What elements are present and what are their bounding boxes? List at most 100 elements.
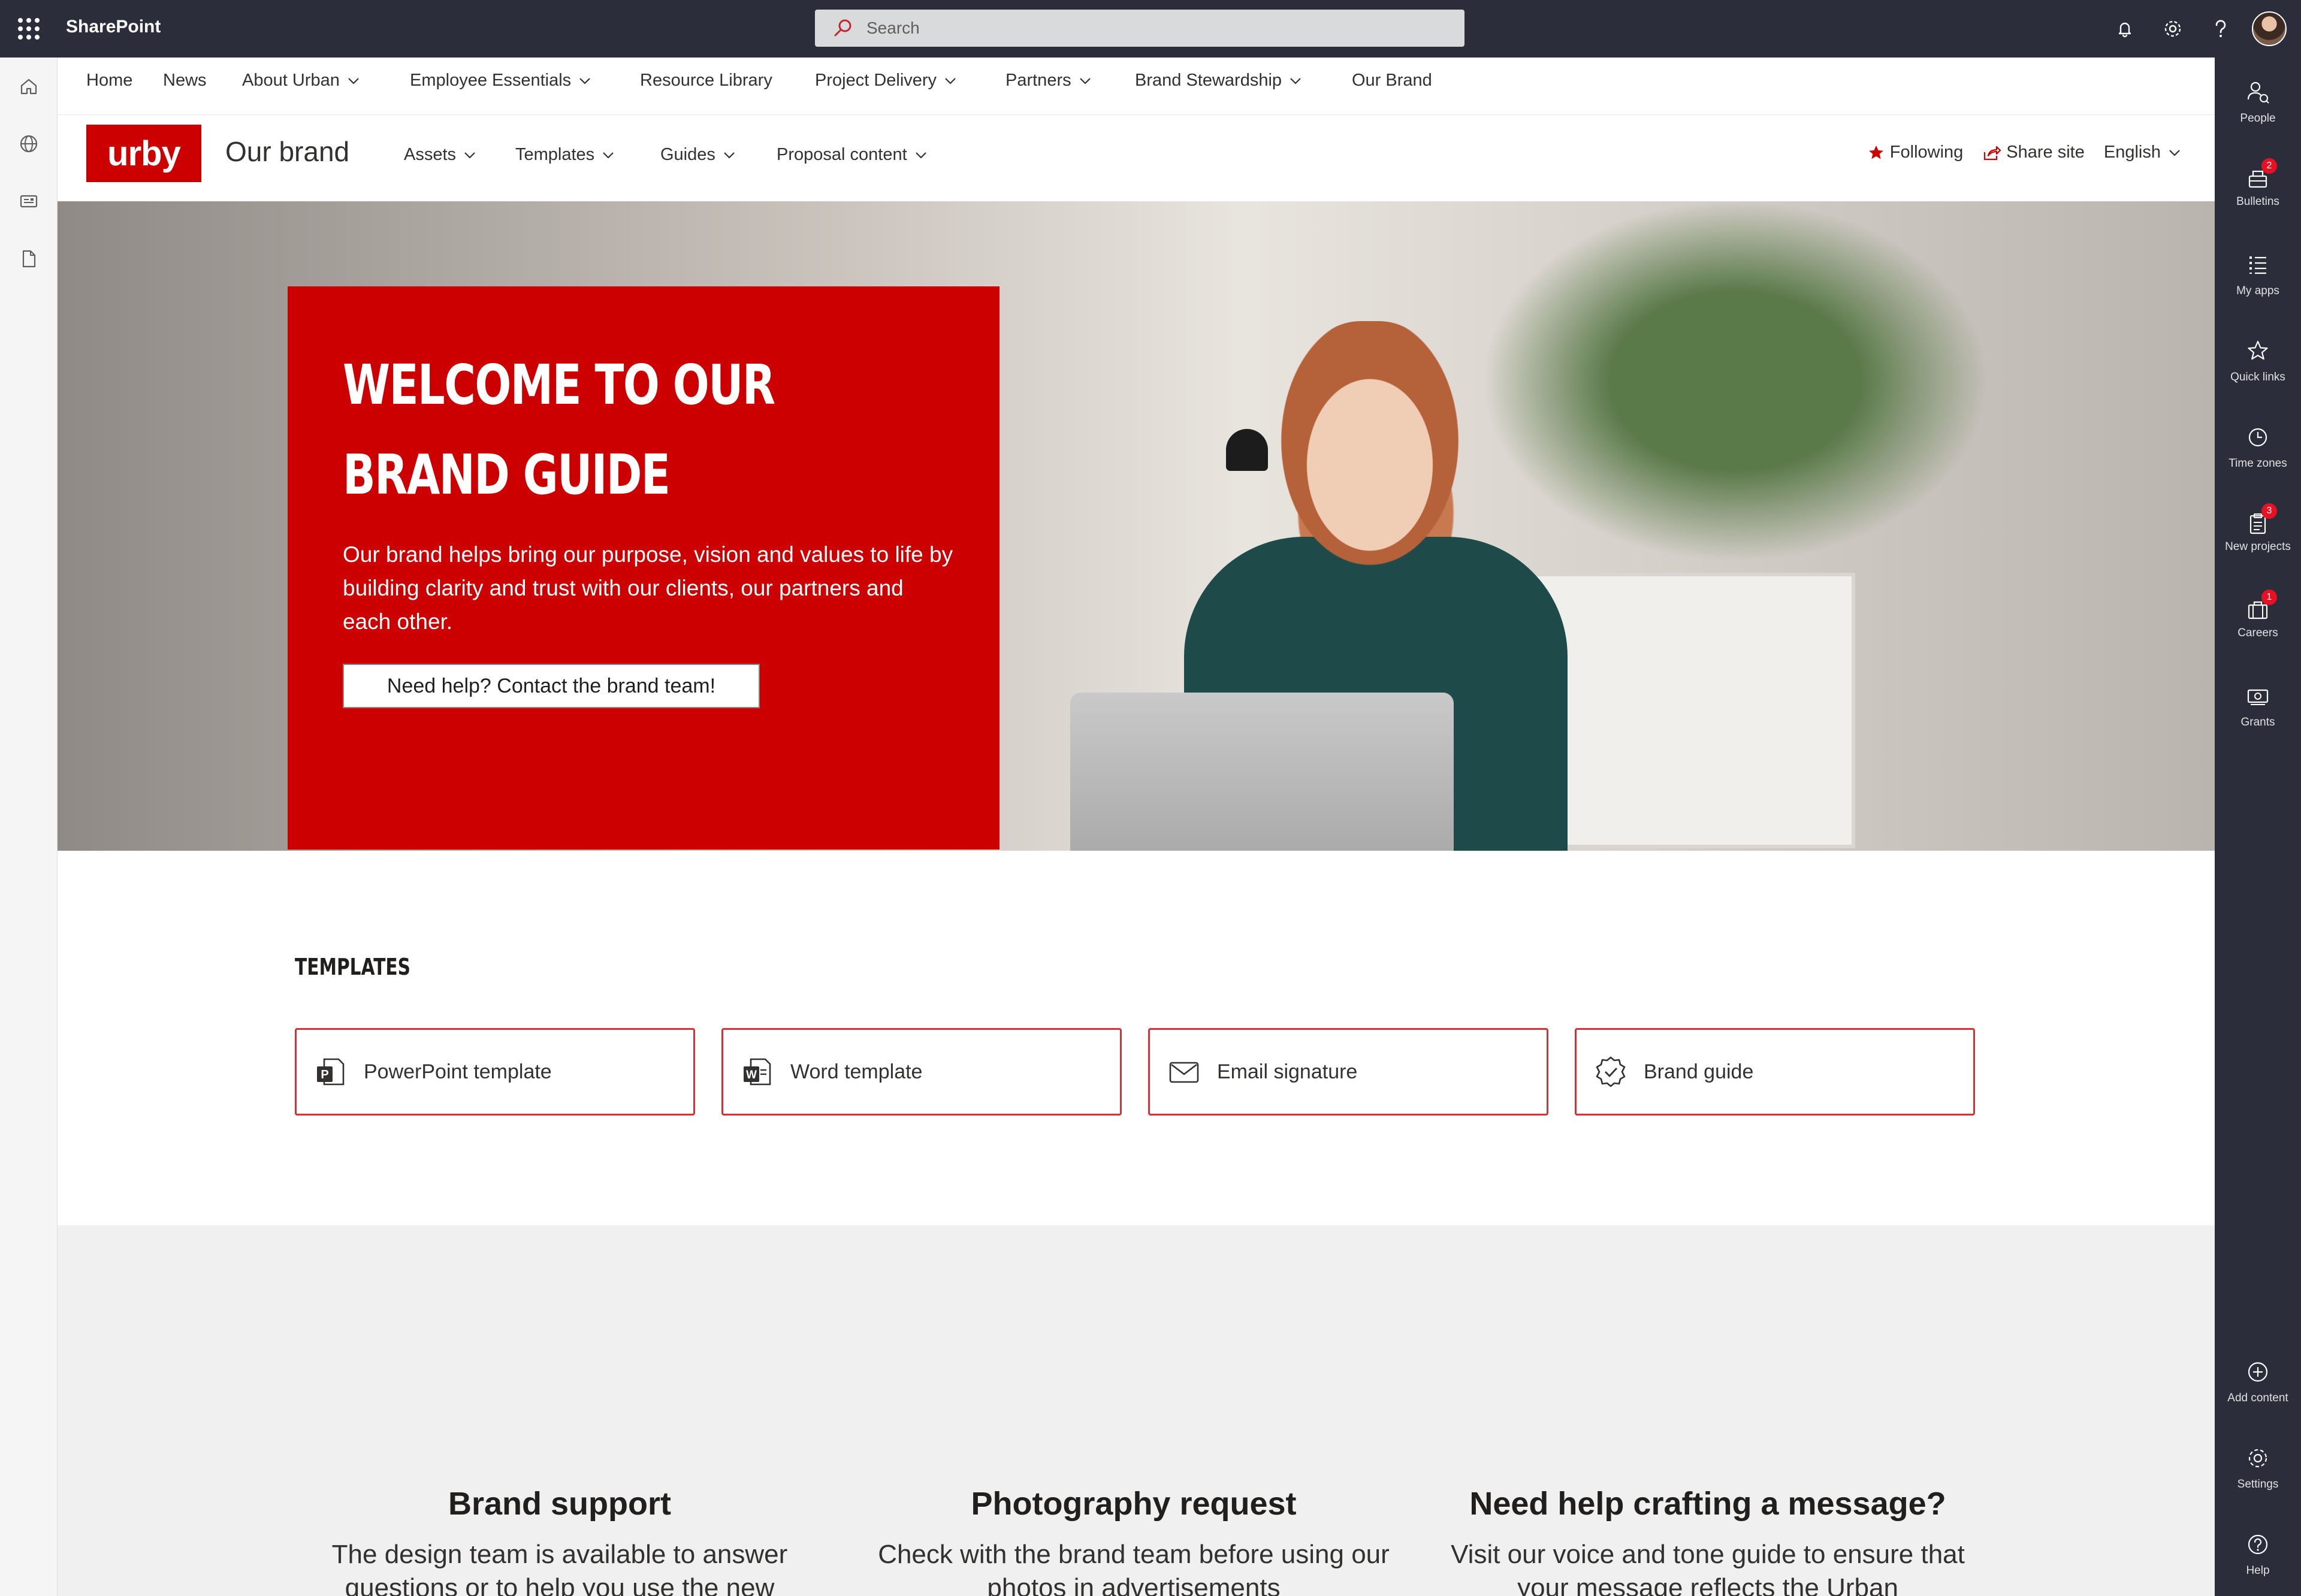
following-button[interactable]: Following: [1867, 143, 1963, 162]
hero-photo-lamp: [1226, 429, 1268, 471]
app-bar: People 2 Bulletins My apps Quick links T…: [2215, 58, 2301, 1596]
hub-nav-employee-essentials[interactable]: Employee Essentials: [410, 71, 591, 90]
hero-banner: WELCOME TO OUR BRAND GUIDE Our brand hel…: [58, 201, 2215, 851]
templates-section: TEMPLATES P PowerPoint template W Word t…: [58, 851, 2215, 1225]
hero-photo-laptop: [1070, 693, 1454, 851]
left-rail: [0, 58, 58, 1596]
language-selector[interactable]: English: [2104, 143, 2186, 162]
app-bar-grants[interactable]: Grants: [2215, 683, 2301, 729]
suite-bar: SharePoint: [0, 0, 2301, 58]
my-apps-icon: [2249, 256, 2266, 274]
photography-request-title[interactable]: Photography request: [864, 1483, 1403, 1525]
app-bar-help[interactable]: Help: [2215, 1531, 2301, 1577]
app-bar-careers[interactable]: 1 Careers: [2215, 590, 2301, 640]
chevron-down-icon: [1079, 77, 1091, 84]
site-header: urby Our brand Assets Templates Guides P…: [58, 115, 2215, 201]
site-nav-guides[interactable]: Guides: [660, 145, 736, 165]
contact-brand-team-button[interactable]: Need help? Contact the brand team!: [343, 664, 760, 708]
site-logo[interactable]: urby: [86, 125, 201, 182]
hero-photo-person-head: [1280, 321, 1460, 573]
site-title[interactable]: Our brand: [225, 135, 349, 168]
site-nav-proposal-content[interactable]: Proposal content: [777, 145, 928, 165]
brand-support-text: The design team is available to answer q…: [331, 1540, 788, 1596]
hub-nav-about-urban[interactable]: About Urban: [242, 71, 360, 90]
word-icon: W: [744, 1058, 771, 1086]
question-icon: [2215, 20, 2226, 37]
document-icon[interactable]: [18, 248, 40, 270]
hub-nav-brand-stewardship[interactable]: Brand Stewardship: [1135, 71, 1302, 90]
app-bar-bulletins[interactable]: 2 Bulletins: [2215, 158, 2301, 208]
careers-badge: 1: [2261, 590, 2277, 605]
brand-guide-link[interactable]: Brand guide: [1575, 1028, 1975, 1116]
app-bar-settings[interactable]: Settings: [2215, 1445, 2301, 1491]
gear-icon: [2164, 20, 2181, 37]
chevron-down-icon: [348, 77, 359, 84]
add-circle-icon: [2248, 1362, 2268, 1382]
share-site-button[interactable]: Share site: [1982, 143, 2085, 162]
share-icon: [1984, 146, 2001, 160]
templates-heading: TEMPLATES: [295, 954, 411, 980]
globe-icon[interactable]: [18, 133, 40, 155]
site-actions: Following Share site English: [1848, 143, 2186, 162]
support-section: Brand support The design team is availab…: [58, 1225, 2215, 1596]
app-bar-quick-links[interactable]: Quick links: [2215, 338, 2301, 384]
brand-support-title[interactable]: Brand support: [290, 1483, 829, 1525]
mail-icon: [1169, 1062, 1199, 1083]
site-nav-assets[interactable]: Assets: [404, 145, 476, 165]
suite-actions: [2108, 11, 2301, 46]
hero-title: WELCOME TO OUR BRAND GUIDE: [343, 353, 775, 507]
hero-description: Our brand helps bring our purpose, visio…: [343, 542, 953, 634]
avatar[interactable]: [2252, 11, 2287, 46]
hero-card: WELCOME TO OUR BRAND GUIDE Our brand hel…: [288, 286, 999, 850]
help-circle-icon: [2248, 1534, 2268, 1555]
chevron-down-icon: [464, 152, 475, 159]
app-bar-time-zones[interactable]: Time zones: [2215, 424, 2301, 470]
hero-photo-shelf: [1520, 573, 1855, 848]
search-icon: [834, 19, 851, 37]
search-input[interactable]: [866, 10, 1442, 47]
site-nav-templates[interactable]: Templates: [515, 145, 615, 165]
app-name[interactable]: SharePoint: [66, 17, 161, 37]
home-icon[interactable]: [18, 75, 40, 97]
badge-check-icon: [1596, 1056, 1626, 1087]
chevron-down-icon: [724, 152, 735, 159]
star-filled-icon: [1868, 145, 1883, 159]
message-help-title[interactable]: Need help crafting a message?: [1438, 1483, 1977, 1525]
star-icon: [2248, 340, 2268, 360]
chevron-down-icon: [579, 77, 590, 84]
powerpoint-template-link[interactable]: P PowerPoint template: [295, 1028, 695, 1116]
new-projects-badge: 3: [2261, 503, 2277, 519]
hub-nav-resource-library[interactable]: Resource Library: [640, 71, 772, 90]
bulletins-badge: 2: [2261, 158, 2277, 174]
bell-icon: [2118, 22, 2131, 38]
money-icon: [2247, 689, 2269, 705]
message-help-column: Need help crafting a message? Visit our …: [1438, 1483, 1977, 1596]
news-icon[interactable]: [18, 191, 40, 212]
hub-nav-partners[interactable]: Partners: [1005, 71, 1092, 90]
clock-icon: [2248, 428, 2267, 447]
message-help-text: Visit our voice and tone guide to ensure…: [1451, 1540, 1965, 1596]
chevron-down-icon: [1290, 77, 1301, 84]
settings-button[interactable]: [2156, 12, 2190, 46]
search-box[interactable]: [815, 10, 1464, 47]
app-launcher-icon[interactable]: [18, 18, 40, 40]
hub-nav-home[interactable]: Home: [86, 71, 132, 90]
app-bar-people[interactable]: People: [2215, 79, 2301, 125]
gear-icon: [2248, 1449, 2267, 1468]
email-signature-link[interactable]: Email signature: [1148, 1028, 1548, 1116]
app-bar-add-content[interactable]: Add content: [2215, 1359, 2301, 1405]
hub-nav-our-brand[interactable]: Our Brand: [1352, 71, 1432, 90]
chevron-down-icon: [915, 152, 926, 159]
hub-nav-project-delivery[interactable]: Project Delivery: [815, 71, 957, 90]
help-button[interactable]: [2204, 12, 2237, 46]
photography-request-text: Check with the brand team before using o…: [878, 1540, 1390, 1596]
word-template-link[interactable]: W Word template: [721, 1028, 1122, 1116]
hub-nav-news[interactable]: News: [163, 71, 207, 90]
app-bar-my-apps[interactable]: My apps: [2215, 252, 2301, 298]
chevron-down-icon: [603, 152, 614, 159]
brand-support-column: Brand support The design team is availab…: [290, 1483, 829, 1596]
notifications-button[interactable]: [2108, 12, 2142, 46]
chevron-down-icon: [945, 77, 956, 84]
app-bar-new-projects[interactable]: 3 New projects: [2215, 503, 2301, 554]
svg-text:W: W: [746, 1069, 757, 1081]
